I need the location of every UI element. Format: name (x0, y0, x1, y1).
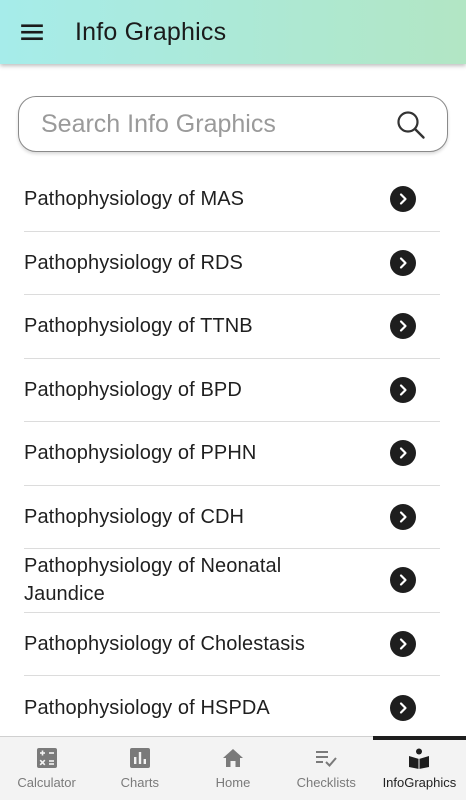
nav-calculator[interactable]: Calculator (0, 737, 93, 800)
list-item[interactable]: Pathophysiology of CDH (24, 486, 440, 549)
list-item-label: Pathophysiology of CDH (24, 505, 245, 528)
list-item[interactable]: Pathophysiology of BPD (24, 359, 440, 422)
list-item-label: Pathophysiology of HSPDA (24, 696, 270, 719)
checklist-icon (316, 751, 337, 767)
list-item-label: Pathophysiology of RDS (24, 251, 243, 274)
reader-book-icon (409, 748, 430, 769)
chevron-right-icon[interactable] (390, 376, 416, 403)
home-icon (223, 749, 243, 767)
list-item-label: Pathophysiology of TTNB (24, 315, 253, 338)
chevron-right-icon[interactable] (390, 630, 416, 657)
calculator-icon (36, 748, 57, 768)
chevron-right-icon[interactable] (390, 440, 416, 467)
list-item[interactable]: Pathophysiology of MAS (24, 168, 440, 232)
list-item[interactable]: Pathophysiology of RDS (24, 232, 440, 295)
nav-charts[interactable]: Charts (93, 737, 186, 800)
chevron-right-icon[interactable] (390, 567, 416, 594)
nav-label: Home (215, 775, 251, 790)
chevron-right-icon[interactable] (390, 503, 416, 530)
page-title: Info Graphics (75, 17, 227, 46)
search-box (18, 96, 448, 152)
list-item[interactable]: Pathophysiology of Cholestasis (24, 613, 440, 676)
app-bar: Info Graphics (0, 0, 466, 64)
search-icon[interactable] (395, 109, 427, 141)
chevron-right-icon[interactable] (390, 186, 416, 213)
list-item[interactable]: Pathophysiology of TTNB (24, 295, 440, 359)
list-item-label: Pathophysiology of PPHN (24, 442, 257, 465)
nav-label: Calculator (17, 775, 76, 790)
chevron-right-icon[interactable] (390, 249, 416, 276)
active-tab-indicator (372, 736, 466, 740)
list-item-label: Pathophysiology of BPD (24, 378, 242, 401)
hamburger-menu-icon (21, 24, 43, 41)
bar-chart-icon (129, 748, 150, 768)
nav-label: Checklists (296, 775, 356, 790)
nav-checklists[interactable]: Checklists (280, 737, 373, 800)
list-item[interactable]: Pathophysiology of HSPDA (24, 676, 440, 740)
bottom-navigation: Calculator Charts Home Checklists InfoGr… (0, 736, 466, 800)
list-item-label: Pathophysiology of MAS (24, 188, 245, 211)
nav-label: Charts (120, 775, 159, 790)
nav-home[interactable]: Home (186, 737, 279, 800)
menu-button[interactable] (0, 0, 64, 64)
search-input[interactable] (41, 109, 381, 139)
list-item[interactable]: Pathophysiology of PPHN (24, 422, 440, 486)
list-item[interactable]: Pathophysiology of Neonatal Jaundice (24, 549, 440, 613)
chevron-right-icon[interactable] (390, 694, 416, 721)
list-item-label: Pathophysiology of Cholestasis (24, 632, 305, 655)
nav-infographics[interactable]: InfoGraphics (372, 736, 466, 800)
chevron-right-icon[interactable] (390, 313, 416, 340)
infographics-list: Pathophysiology of MAS Pathophysiology o… (0, 168, 466, 740)
nav-label: InfoGraphics (382, 775, 457, 790)
list-item-label: Pathophysiology of Neonatal Jaundice (24, 555, 282, 606)
